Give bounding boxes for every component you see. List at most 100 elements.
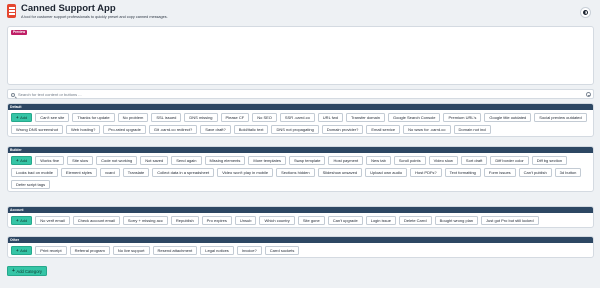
canned-message-button[interactable]: Referral program bbox=[69, 246, 110, 255]
canned-message-button[interactable]: SSL issued bbox=[151, 113, 182, 122]
canned-message-button[interactable]: Print receipt bbox=[35, 246, 67, 255]
canned-message-button[interactable]: New tab bbox=[366, 156, 391, 165]
canned-message-button[interactable]: No SEO bbox=[252, 113, 277, 122]
search-input[interactable] bbox=[18, 91, 578, 99]
canned-message-button[interactable]: Social preview outdated bbox=[534, 113, 587, 122]
canned-message-button[interactable]: Host payment bbox=[328, 156, 364, 165]
category-builder: Builder + Add Works fine Site slow Code not … bbox=[7, 146, 594, 192]
category-name: Other bbox=[10, 237, 20, 242]
canned-message-button[interactable]: Diff bg section bbox=[531, 156, 568, 165]
add-button[interactable]: + Add bbox=[11, 216, 33, 225]
clear-search-icon[interactable] bbox=[586, 92, 591, 97]
canned-message-button[interactable]: Unsub bbox=[234, 216, 257, 225]
category-buttons: + Add Print receipt Referral program No live… bbox=[8, 243, 593, 258]
canned-message-button[interactable]: Check account email bbox=[72, 216, 120, 225]
canned-message-button[interactable]: URL fwd bbox=[317, 113, 343, 122]
canned-message-button[interactable]: Resend attachment bbox=[152, 246, 198, 255]
canned-message-button[interactable]: Site slow bbox=[67, 156, 94, 165]
canned-message-button[interactable]: Collect data in a spreadsheet bbox=[152, 168, 215, 177]
canned-message-button[interactable]: Looks bad on mobile bbox=[11, 168, 58, 177]
canned-message-button[interactable]: Email service bbox=[366, 125, 401, 134]
canned-message-button[interactable]: Element styles bbox=[60, 168, 97, 177]
canned-message-button[interactable]: No verif email bbox=[35, 216, 70, 225]
canned-message-button[interactable]: Premium URL's bbox=[443, 113, 482, 122]
canned-message-button[interactable]: Can't upgrade bbox=[327, 216, 363, 225]
canned-message-button[interactable]: Slideshow unsaved bbox=[317, 168, 363, 177]
canned-message-button[interactable]: Form issues bbox=[483, 168, 516, 177]
canned-message-button[interactable]: No problem bbox=[117, 113, 149, 122]
canned-message-button[interactable]: Works fine bbox=[35, 156, 65, 165]
canned-message-button[interactable]: Send again bbox=[171, 156, 202, 165]
add-category-button[interactable]: + Add Category bbox=[7, 266, 48, 276]
plus-icon: + bbox=[16, 158, 19, 163]
add-category-label: Add Category bbox=[16, 268, 43, 274]
canned-message-button[interactable]: Text formatting bbox=[444, 168, 481, 177]
canned-message-button[interactable]: Not saved bbox=[140, 156, 169, 165]
canned-message-button[interactable]: Sections hidden bbox=[276, 168, 315, 177]
add-label: Add bbox=[20, 248, 28, 253]
canned-message-button[interactable]: Pro expires bbox=[201, 216, 232, 225]
canned-message-button[interactable]: Republish bbox=[170, 216, 199, 225]
canned-message-button[interactable]: Site gone bbox=[297, 216, 325, 225]
canned-message-button[interactable]: Upload own audio bbox=[365, 168, 408, 177]
canned-message-button[interactable]: Defer script tags bbox=[11, 180, 51, 189]
canned-message-button[interactable]: Transfer domain bbox=[346, 113, 385, 122]
canned-message-button[interactable]: Web hosting? bbox=[65, 125, 101, 134]
canned-message-button[interactable]: SSR .carrd.co bbox=[279, 113, 315, 122]
plus-icon: + bbox=[16, 248, 19, 253]
canned-message-button[interactable]: No www for .carrd.co bbox=[403, 125, 451, 134]
canned-message-button[interactable]: Scroll points bbox=[393, 156, 426, 165]
canned-message-button[interactable]: Just got Pro but still locked bbox=[481, 216, 539, 225]
app-subtitle: A tool for customer support professional… bbox=[21, 15, 168, 19]
canned-message-button[interactable]: Diff border color bbox=[490, 156, 529, 165]
preview-panel: Preview bbox=[7, 26, 594, 85]
canned-message-button[interactable]: Please CF bbox=[220, 113, 250, 122]
canned-message-button[interactable]: 3d button bbox=[554, 168, 582, 177]
canned-message-button[interactable]: No live support bbox=[112, 246, 150, 255]
add-button[interactable]: + Add bbox=[11, 156, 33, 165]
canned-message-button[interactable]: Bought wrong plan bbox=[434, 216, 479, 225]
category-buttons: + Add Can't see site Thanks for update No pr… bbox=[8, 110, 593, 137]
app-title: Canned Support App bbox=[21, 3, 116, 14]
canned-message-button[interactable]: Pro-rated upgrade bbox=[103, 125, 146, 134]
add-button[interactable]: + Add bbox=[11, 113, 33, 122]
canned-message-button[interactable]: Sorry + missing acc bbox=[122, 216, 168, 225]
canned-message-button[interactable]: Sort draft bbox=[460, 156, 488, 165]
canned-message-button[interactable]: Invoice? bbox=[236, 246, 262, 255]
canned-message-button[interactable]: Thanks for update bbox=[72, 113, 115, 122]
canned-message-button[interactable]: Swap template bbox=[289, 156, 326, 165]
search-bar bbox=[7, 89, 594, 99]
add-label: Add bbox=[20, 218, 28, 223]
canned-message-button[interactable]: Login issue bbox=[365, 216, 396, 225]
notebook-icon bbox=[7, 4, 16, 18]
canned-message-button[interactable]: Which country bbox=[259, 216, 295, 225]
canned-message-button[interactable]: DNS not propagating bbox=[271, 125, 319, 134]
canned-message-button[interactable]: Video slow bbox=[428, 156, 458, 165]
canned-message-button[interactable]: Domain not incl bbox=[453, 125, 492, 134]
canned-message-button[interactable]: Video won't play in mobile bbox=[217, 168, 274, 177]
canned-message-button[interactable]: vcard bbox=[99, 168, 120, 177]
canned-message-button[interactable]: Google title outdated bbox=[484, 113, 532, 122]
add-button[interactable]: + Add bbox=[11, 246, 33, 255]
theme-toggle-button[interactable] bbox=[580, 7, 591, 18]
app-header: Canned Support App A tool for customer s… bbox=[0, 0, 600, 27]
canned-message-button[interactable]: DNS missing bbox=[184, 113, 218, 122]
canned-message-button[interactable]: Bold/italic text bbox=[233, 125, 269, 134]
canned-message-button[interactable]: Carrd sockets bbox=[264, 246, 300, 255]
canned-message-button[interactable]: Legal notices bbox=[200, 246, 234, 255]
canned-message-button[interactable]: Domain provider? bbox=[321, 125, 364, 134]
canned-message-button[interactable]: Can't publish bbox=[518, 168, 552, 177]
canned-message-button[interactable]: Can't see site bbox=[35, 113, 70, 122]
canned-message-button[interactable]: More templates bbox=[248, 156, 286, 165]
canned-message-button[interactable]: Save draft? bbox=[200, 125, 231, 134]
canned-message-button[interactable]: Translate bbox=[122, 168, 150, 177]
canned-message-button[interactable]: Git .carrd.co redirect? bbox=[148, 125, 198, 134]
canned-message-button[interactable]: Code not working bbox=[96, 156, 138, 165]
category-name: Builder bbox=[10, 147, 22, 152]
canned-message-button[interactable]: Delete Carrd bbox=[398, 216, 432, 225]
canned-message-button[interactable]: Host PDFs? bbox=[410, 168, 442, 177]
canned-message-button[interactable]: Wrong DNS screenshot bbox=[11, 125, 63, 134]
contrast-icon bbox=[583, 10, 588, 15]
canned-message-button[interactable]: Google Search Console bbox=[387, 113, 441, 122]
canned-message-button[interactable]: Missing elements bbox=[204, 156, 246, 165]
